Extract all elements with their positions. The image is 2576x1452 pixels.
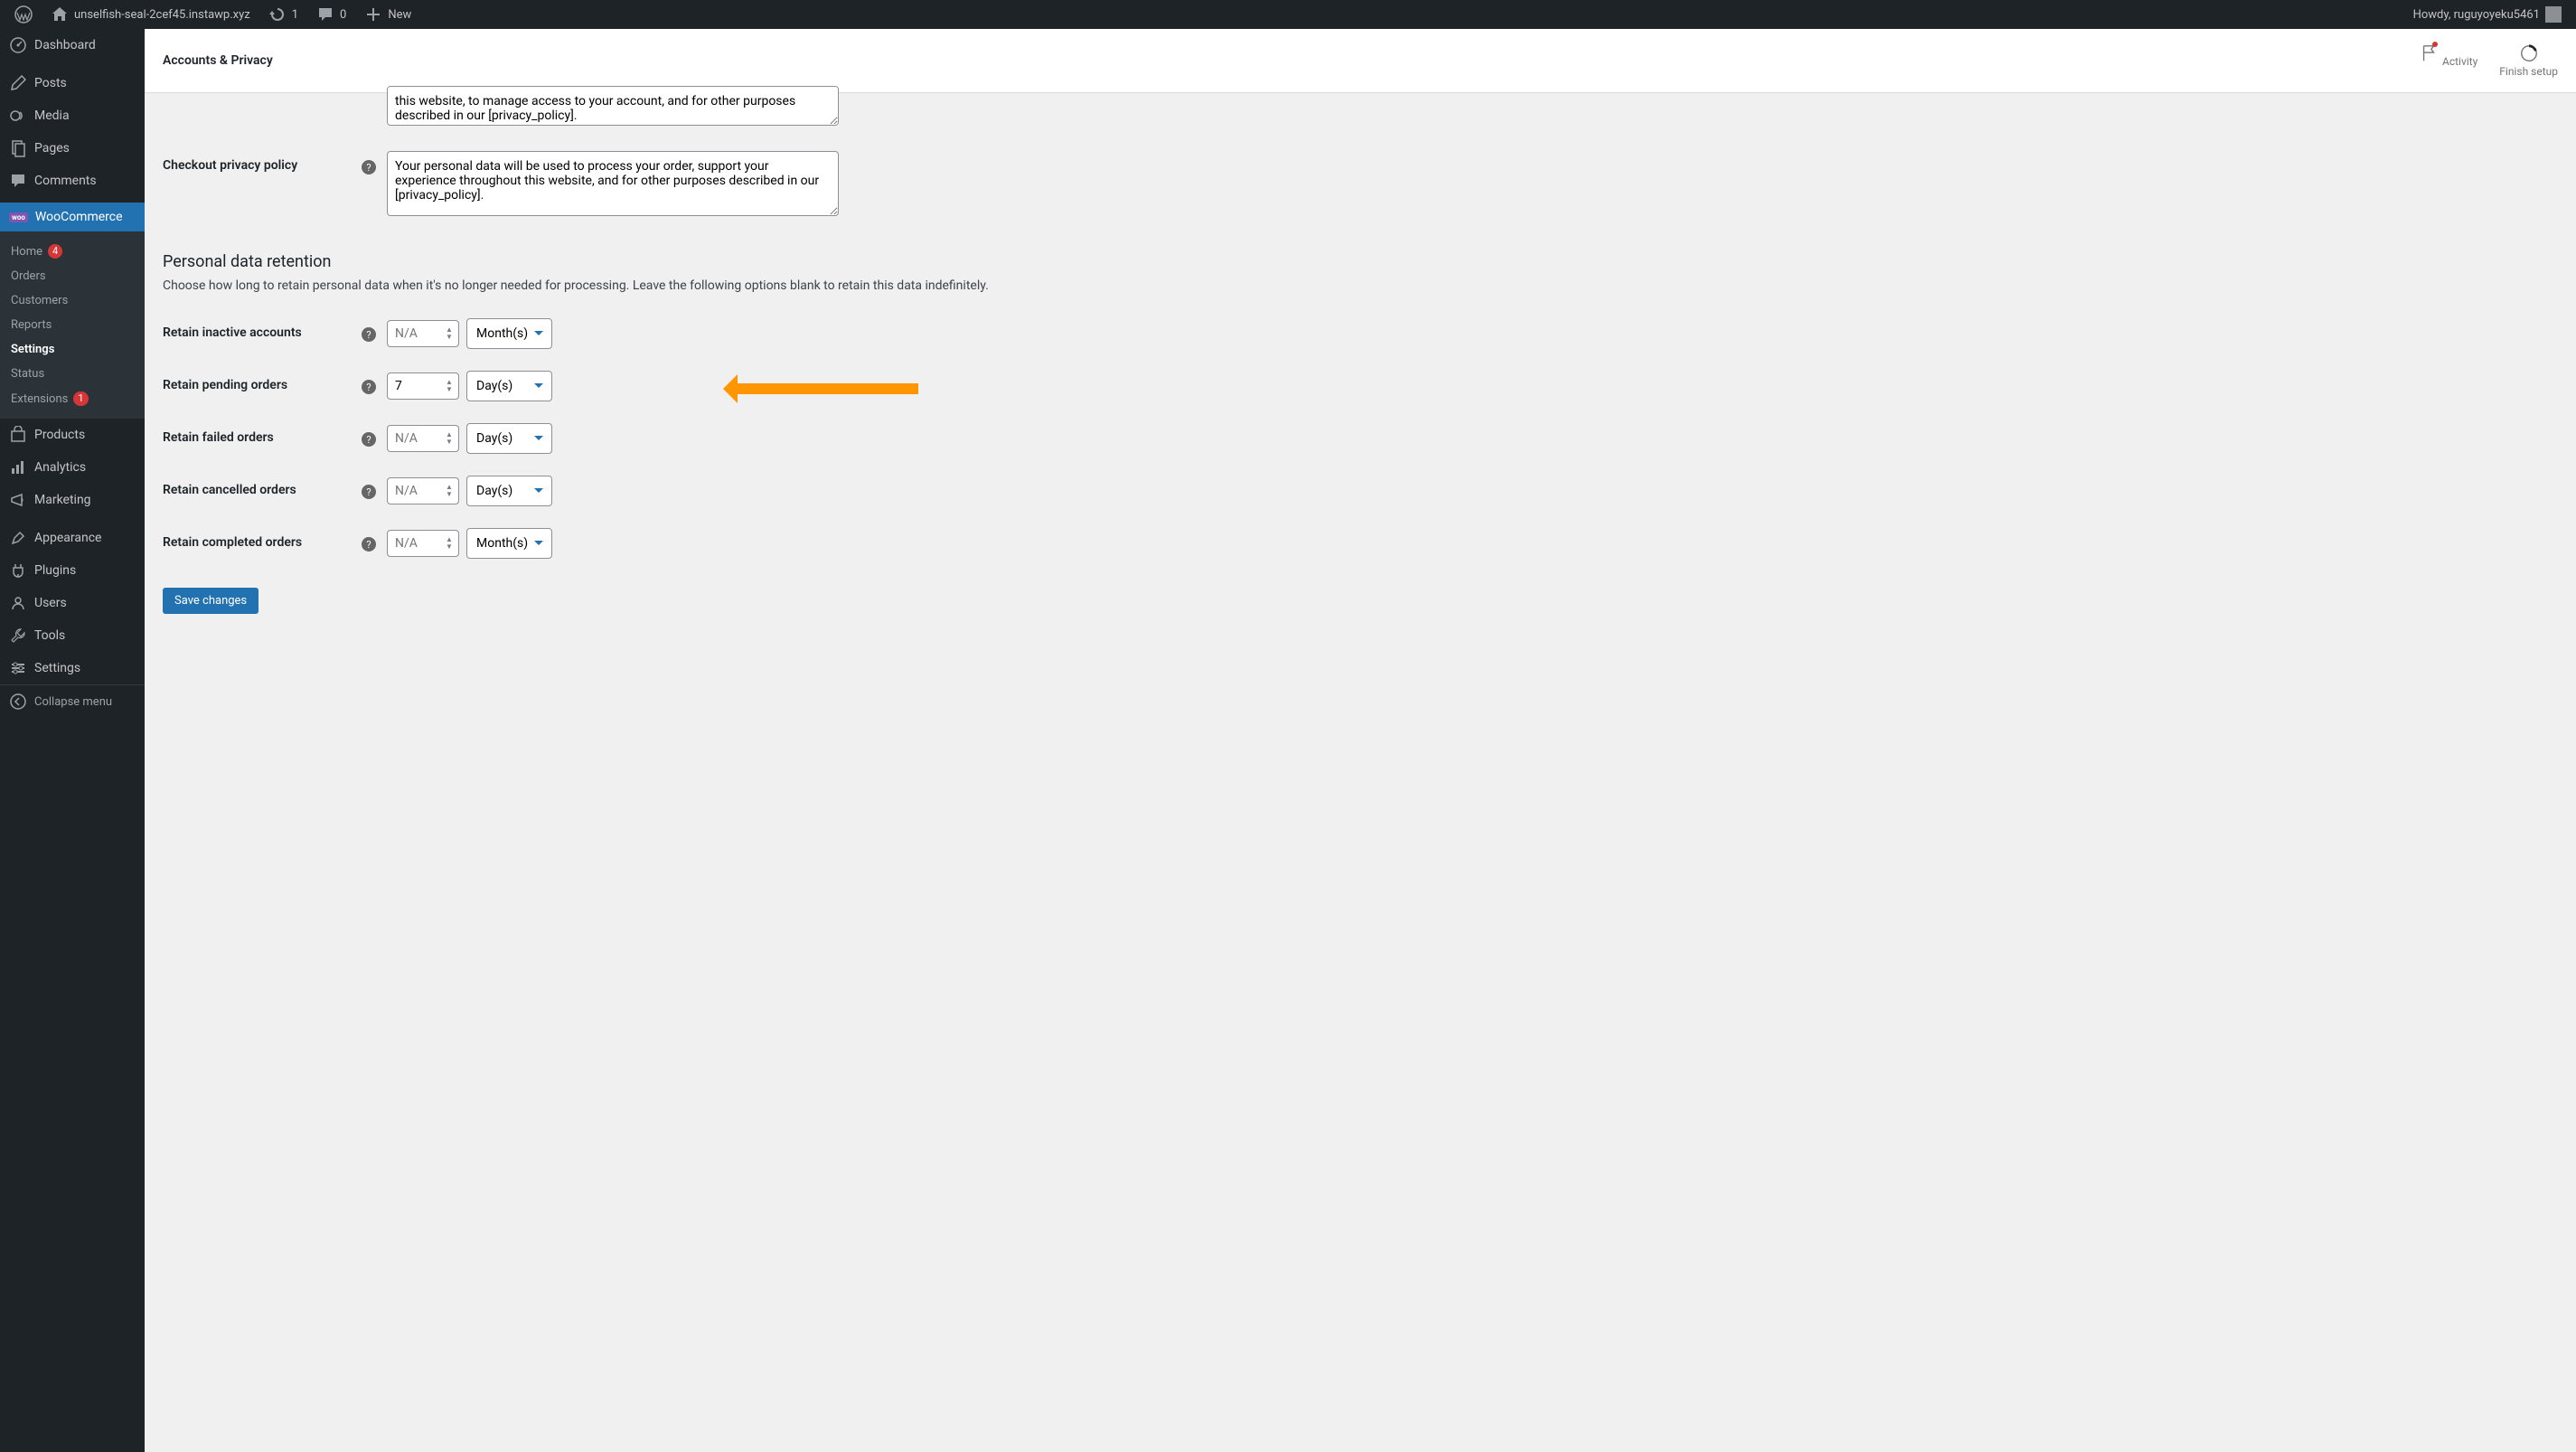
woo-icon: woo: [9, 212, 28, 222]
menu-comments[interactable]: Comments: [0, 165, 145, 197]
pending-orders-label: Retain pending orders: [163, 371, 362, 392]
menu-settings[interactable]: Settings: [0, 652, 145, 684]
retention-section-desc: Choose how long to retain personal data …: [163, 278, 2558, 293]
menu-media[interactable]: Media: [0, 99, 145, 132]
pending-orders-unit[interactable]: Day(s): [466, 371, 552, 401]
menu-woocommerce[interactable]: wooWooCommerce: [0, 203, 145, 231]
completed-orders-label: Retain completed orders: [163, 528, 362, 550]
help-tip-icon[interactable]: ?: [362, 380, 376, 394]
help-tip-icon[interactable]: ?: [362, 537, 376, 552]
activity-button[interactable]: Activity: [2420, 43, 2477, 78]
menu-marketing[interactable]: Marketing: [0, 484, 145, 516]
menu-users[interactable]: Users: [0, 587, 145, 619]
menu-appearance[interactable]: Appearance: [0, 522, 145, 554]
menu-products[interactable]: Products: [0, 419, 145, 451]
save-button[interactable]: Save changes: [163, 588, 259, 614]
inactive-accounts-label: Retain inactive accounts: [163, 318, 362, 340]
number-stepper[interactable]: ▲▼: [443, 379, 456, 393]
number-stepper[interactable]: ▲▼: [443, 326, 456, 341]
checkout-privacy-label: Checkout privacy policy: [163, 151, 362, 173]
submenu-home[interactable]: Home4: [0, 239, 145, 264]
checkout-privacy-textarea[interactable]: [387, 151, 839, 216]
collapse-menu[interactable]: Collapse menu: [0, 684, 145, 718]
registration-privacy-textarea[interactable]: [387, 86, 839, 126]
page-title: Accounts & Privacy: [163, 53, 273, 68]
page-header: Accounts & Privacy Activity Finish setup: [145, 29, 2576, 93]
cancelled-orders-label: Retain cancelled orders: [163, 476, 362, 497]
completed-orders-unit[interactable]: Month(s): [466, 528, 552, 559]
menu-plugins[interactable]: Plugins: [0, 554, 145, 587]
submenu-status[interactable]: Status: [0, 362, 145, 386]
wp-adminbar: unselfish-seal-2cef45.instawp.xyz 1 0 Ne…: [0, 0, 2576, 29]
help-tip-icon[interactable]: ?: [362, 485, 376, 499]
submenu-customers[interactable]: Customers: [0, 288, 145, 313]
help-tip-icon[interactable]: ?: [362, 327, 376, 342]
home-badge: 4: [48, 244, 62, 259]
comments-link[interactable]: 0: [309, 0, 353, 29]
site-name-link[interactable]: unselfish-seal-2cef45.instawp.xyz: [43, 0, 258, 29]
wp-logo[interactable]: [7, 0, 40, 29]
help-tip-icon[interactable]: ?: [362, 432, 376, 447]
menu-pages[interactable]: Pages: [0, 132, 145, 165]
new-content-link[interactable]: New: [357, 0, 418, 29]
retention-section-title: Personal data retention: [163, 252, 2558, 271]
highlight-arrow-icon: [723, 374, 918, 403]
extensions-badge: 1: [73, 391, 88, 406]
menu-analytics[interactable]: Analytics: [0, 451, 145, 484]
menu-dashboard[interactable]: Dashboard: [0, 29, 145, 61]
submenu-orders[interactable]: Orders: [0, 264, 145, 288]
updates-link[interactable]: 1: [261, 0, 306, 29]
number-stepper[interactable]: ▲▼: [443, 536, 456, 551]
failed-orders-unit[interactable]: Day(s): [466, 423, 552, 454]
activity-dot-icon: [2432, 42, 2438, 47]
submenu-reports[interactable]: Reports: [0, 313, 145, 337]
menu-posts[interactable]: Posts: [0, 67, 145, 99]
cancelled-orders-unit[interactable]: Day(s): [466, 476, 552, 506]
menu-tools[interactable]: Tools: [0, 619, 145, 652]
number-stepper[interactable]: ▲▼: [443, 484, 456, 498]
progress-ring-icon: [2519, 43, 2539, 63]
finish-setup-button[interactable]: Finish setup: [2499, 43, 2558, 78]
admin-sidebar: Dashboard Posts Media Pages Comments woo…: [0, 29, 145, 1452]
failed-orders-label: Retain failed orders: [163, 423, 362, 445]
help-tip-icon[interactable]: ?: [362, 160, 376, 174]
submenu-extensions[interactable]: Extensions1: [0, 386, 145, 411]
content-area: Accounts & Privacy Activity Finish setup: [145, 29, 2576, 1452]
howdy-account[interactable]: Howdy, ruguyoyeku5461: [2406, 0, 2569, 29]
submenu-settings[interactable]: Settings: [0, 337, 145, 362]
avatar: [2545, 6, 2562, 23]
number-stepper[interactable]: ▲▼: [443, 431, 456, 446]
inactive-accounts-unit[interactable]: Month(s): [466, 318, 552, 349]
woo-submenu: Home4 Orders Customers Reports Settings …: [0, 231, 145, 419]
